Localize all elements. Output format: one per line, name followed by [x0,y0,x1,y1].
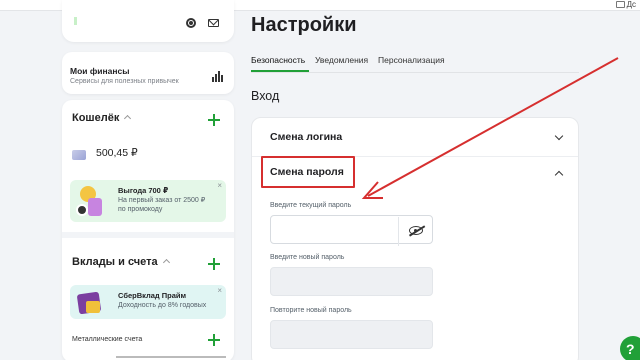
annotation-arrow [361,57,619,199]
